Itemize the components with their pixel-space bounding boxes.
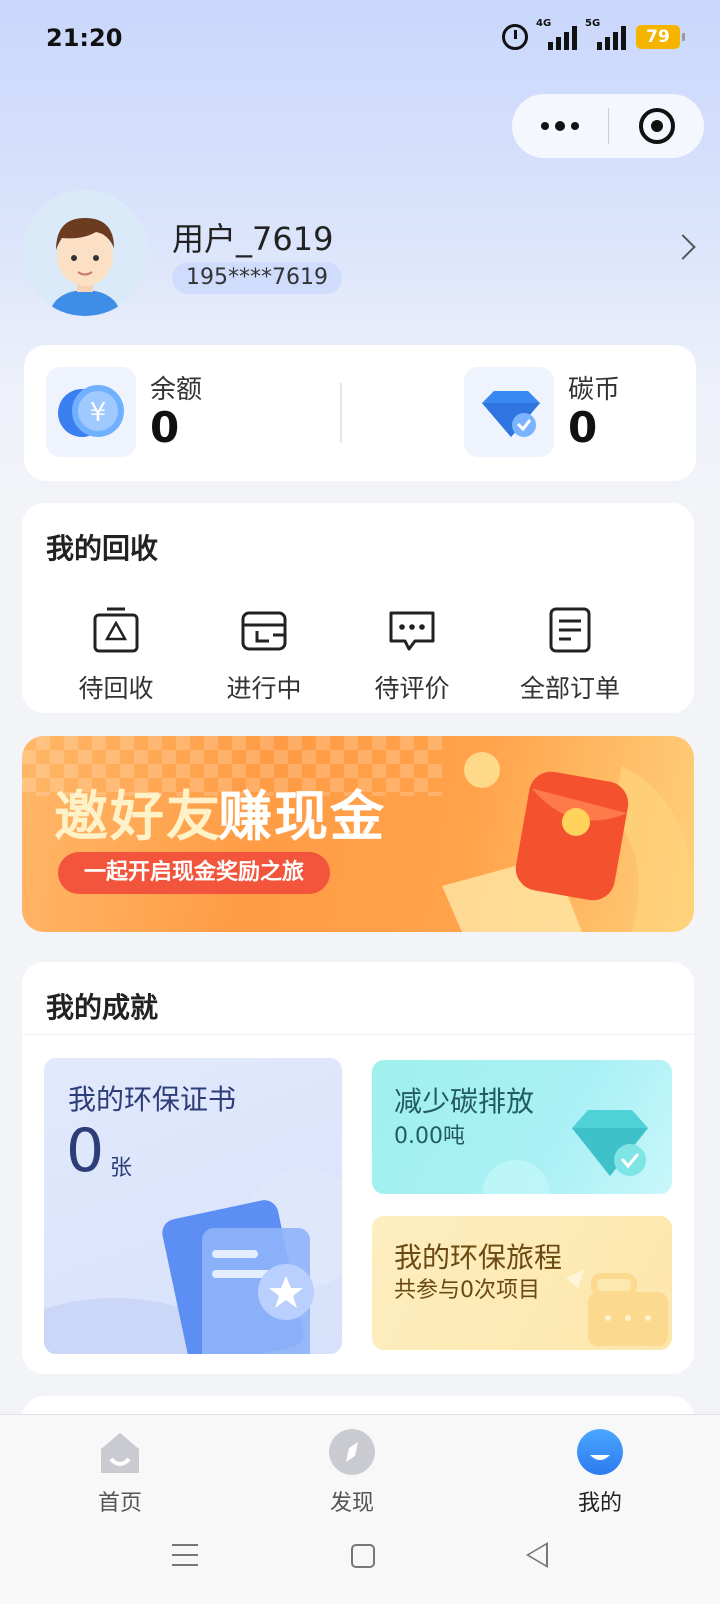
suitcase-icon <box>566 1270 668 1346</box>
home-icon <box>101 1433 139 1473</box>
status-icons: 4G 5G 79 <box>502 18 685 50</box>
recycle-item-in-progress[interactable]: 进行中 <box>194 605 334 705</box>
invite-friends-banner[interactable]: 邀好友 赚现金 一起开启现金奖励之旅 <box>22 736 694 932</box>
achievements-card: 我的成就 我的环保证书 0 张 减少碳排放 0.00吨 我的环保旅程 共参与0次 <box>22 962 694 1374</box>
chat-bubble-icon <box>389 611 435 651</box>
carbon-value: 0.00吨 <box>394 1124 465 1149</box>
home-button-icon[interactable] <box>351 1544 375 1568</box>
tab-home[interactable]: 首页 <box>60 1429 180 1517</box>
achievements-divider <box>22 1034 694 1035</box>
banner-title-earn: 赚现金 <box>218 785 386 848</box>
recycle-section-title: 我的回收 <box>46 532 159 565</box>
carbon-coin-icon[interactable] <box>464 367 554 457</box>
recycle-item-review[interactable]: 待评价 <box>342 605 482 705</box>
username: 用户_7619 <box>172 220 334 258</box>
phone-number: 195****7619 <box>172 262 342 294</box>
back-icon[interactable] <box>526 1542 548 1568</box>
system-navigation-bar <box>0 1514 720 1604</box>
carbon-gem-icon <box>482 1110 648 1194</box>
profile-header[interactable]: 用户_7619 195****7619 <box>22 190 702 320</box>
banner-subtitle: 一起开启现金奖励之旅 <box>58 852 331 894</box>
balance-label: 余额 <box>150 375 203 405</box>
tab-discover[interactable]: 发现 <box>292 1429 412 1517</box>
signal-4g-icon: 4G <box>536 18 577 50</box>
chevron-right-icon[interactable] <box>670 234 696 260</box>
tab-label: 发现 <box>329 1491 374 1516</box>
my-recycle-card: 我的回收 待回收 进行中 待评价 全部订单 <box>22 503 694 713</box>
more-options-icon[interactable] <box>512 121 608 131</box>
recycle-item-label: 全部订单 <box>519 674 620 703</box>
bottom-tab-bar: 首页 发现 我的 <box>0 1414 720 1517</box>
wallet-divider <box>340 383 342 443</box>
certificate-title: 我的环保证书 <box>68 1083 237 1116</box>
certificate-tile[interactable]: 我的环保证书 0 张 <box>44 1058 342 1354</box>
order-list-icon <box>549 607 591 653</box>
truck-icon <box>241 611 287 651</box>
recent-apps-icon[interactable] <box>172 1544 198 1568</box>
eco-journey-tile[interactable]: 我的环保旅程 共参与0次项目 <box>372 1216 672 1350</box>
close-target-icon[interactable] <box>609 108 704 144</box>
carbon-reduction-tile[interactable]: 减少碳排放 0.00吨 <box>372 1060 672 1194</box>
signal-5g-icon: 5G <box>585 18 626 50</box>
alarm-icon <box>502 24 528 50</box>
coin-label: 碳币 <box>568 375 621 405</box>
coin-value[interactable]: 0 <box>568 403 597 452</box>
journey-title: 我的环保旅程 <box>394 1241 563 1274</box>
wallet-card: ¥ 余额 0 碳币 0 <box>24 345 696 481</box>
achievements-section-title: 我的成就 <box>46 991 159 1024</box>
recycle-item-label: 进行中 <box>226 674 302 703</box>
recycle-item-all-orders[interactable]: 全部订单 <box>500 605 640 705</box>
network-4g-label: 4G <box>536 18 552 29</box>
compass-icon <box>329 1429 375 1475</box>
svg-text:¥: ¥ <box>90 398 107 428</box>
avatar[interactable] <box>22 190 148 316</box>
network-5g-label: 5G <box>585 18 601 29</box>
banner-title-invite: 邀好友 <box>54 785 222 848</box>
tab-mine[interactable]: 我的 <box>540 1429 660 1517</box>
status-bar: 21:20 4G 5G 79 <box>0 0 720 80</box>
recycle-item-label: 待回收 <box>78 674 154 703</box>
journey-value: 共参与0次项目 <box>394 1278 540 1303</box>
certificate-icon <box>44 1168 342 1354</box>
tab-label: 我的 <box>577 1491 622 1516</box>
battery-icon: 79 <box>636 25 685 49</box>
recycle-item-label: 待评价 <box>374 674 450 703</box>
balance-icon[interactable]: ¥ <box>46 367 136 457</box>
tab-label: 首页 <box>97 1491 142 1516</box>
status-time: 21:20 <box>46 24 123 52</box>
profile-icon <box>577 1429 623 1475</box>
miniprogram-capsule <box>512 94 704 158</box>
recycle-item-pending[interactable]: 待回收 <box>46 605 186 705</box>
recycle-bin-icon <box>93 607 139 653</box>
balance-value[interactable]: 0 <box>150 403 179 452</box>
red-envelope-icon <box>442 752 694 932</box>
